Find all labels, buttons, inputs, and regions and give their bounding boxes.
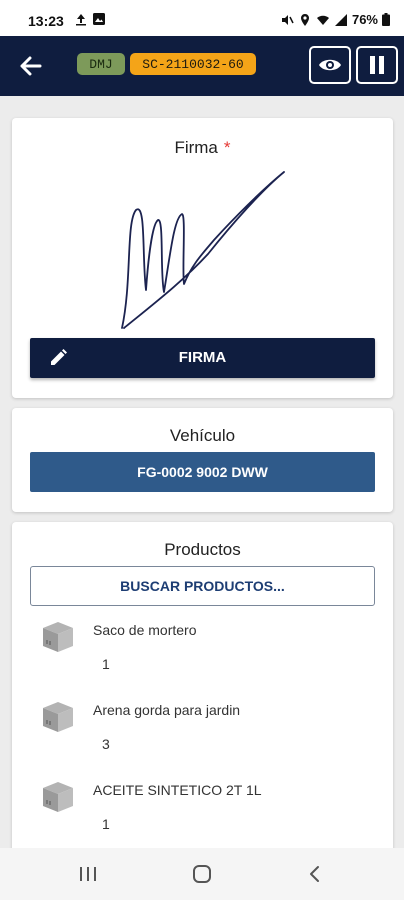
order-code-tag: SC-2110032-60 [130, 53, 256, 75]
battery-percent: 76% [351, 12, 378, 27]
pause-icon [370, 56, 384, 74]
search-products-button[interactable]: BUSCAR PRODUCTOS... [30, 566, 375, 606]
product-name: Arena gorda para jardin [93, 702, 241, 718]
required-mark: * [223, 138, 231, 157]
recent-apps-icon [80, 867, 96, 881]
signature-title-text: Firma [174, 138, 218, 157]
home-icon [193, 865, 211, 883]
upload-icon [76, 14, 86, 26]
product-qty: 1 [102, 656, 110, 672]
sign-button-label: FIRMA [178, 349, 227, 366]
view-button[interactable] [309, 46, 351, 84]
signal-icon [334, 13, 347, 26]
product-item[interactable]: Arena gorda para jardin 3 [12, 700, 393, 770]
status-right: 76% [280, 12, 390, 27]
product-qty: 1 [102, 816, 110, 832]
pause-button[interactable] [356, 46, 398, 84]
wifi-icon [316, 15, 329, 25]
status-time: 13:23 [28, 13, 64, 29]
location-icon [300, 13, 309, 26]
signature-drawing[interactable] [112, 162, 292, 332]
home-button[interactable] [187, 862, 217, 886]
vehicle-card: Vehículo FG-0002 9002 DWW [12, 408, 393, 512]
signature-title: Firma * [12, 138, 393, 158]
box-icon [43, 622, 73, 652]
product-name: ACEITE SINTETICO 2T 1L [93, 782, 262, 798]
product-item[interactable]: ACEITE SINTETICO 2T 1L 1 [12, 780, 393, 850]
arrow-left-icon [20, 56, 42, 76]
product-name: Saco de mortero [93, 622, 197, 638]
origin-tag: DMJ [77, 53, 125, 75]
status-bar: 13:23 76% [0, 0, 404, 36]
back-button[interactable] [14, 50, 48, 82]
box-icon [43, 782, 73, 812]
sign-button[interactable]: FIRMA [30, 338, 375, 378]
back-icon [310, 866, 319, 882]
status-left-icons [74, 12, 106, 26]
signature-card: Firma * FIRMA [12, 118, 393, 398]
system-nav-bar [0, 848, 404, 900]
vehicle-select-button[interactable]: FG-0002 9002 DWW [30, 452, 375, 492]
products-card: Productos BUSCAR PRODUCTOS... Saco de mo… [12, 522, 393, 862]
product-item[interactable]: Saco de mortero 1 [12, 620, 393, 690]
app-bar: DMJ SC-2110032-60 [0, 36, 404, 96]
product-qty: 3 [102, 736, 110, 752]
vehicle-title: Vehículo [169, 426, 236, 445]
eye-icon [319, 59, 341, 71]
box-icon [43, 702, 73, 732]
battery-icon [382, 13, 390, 26]
recent-apps-button[interactable] [73, 862, 103, 886]
nav-back-button[interactable] [300, 862, 330, 886]
mute-icon [281, 14, 294, 25]
image-icon [93, 13, 105, 25]
products-title: Productos [164, 540, 241, 559]
